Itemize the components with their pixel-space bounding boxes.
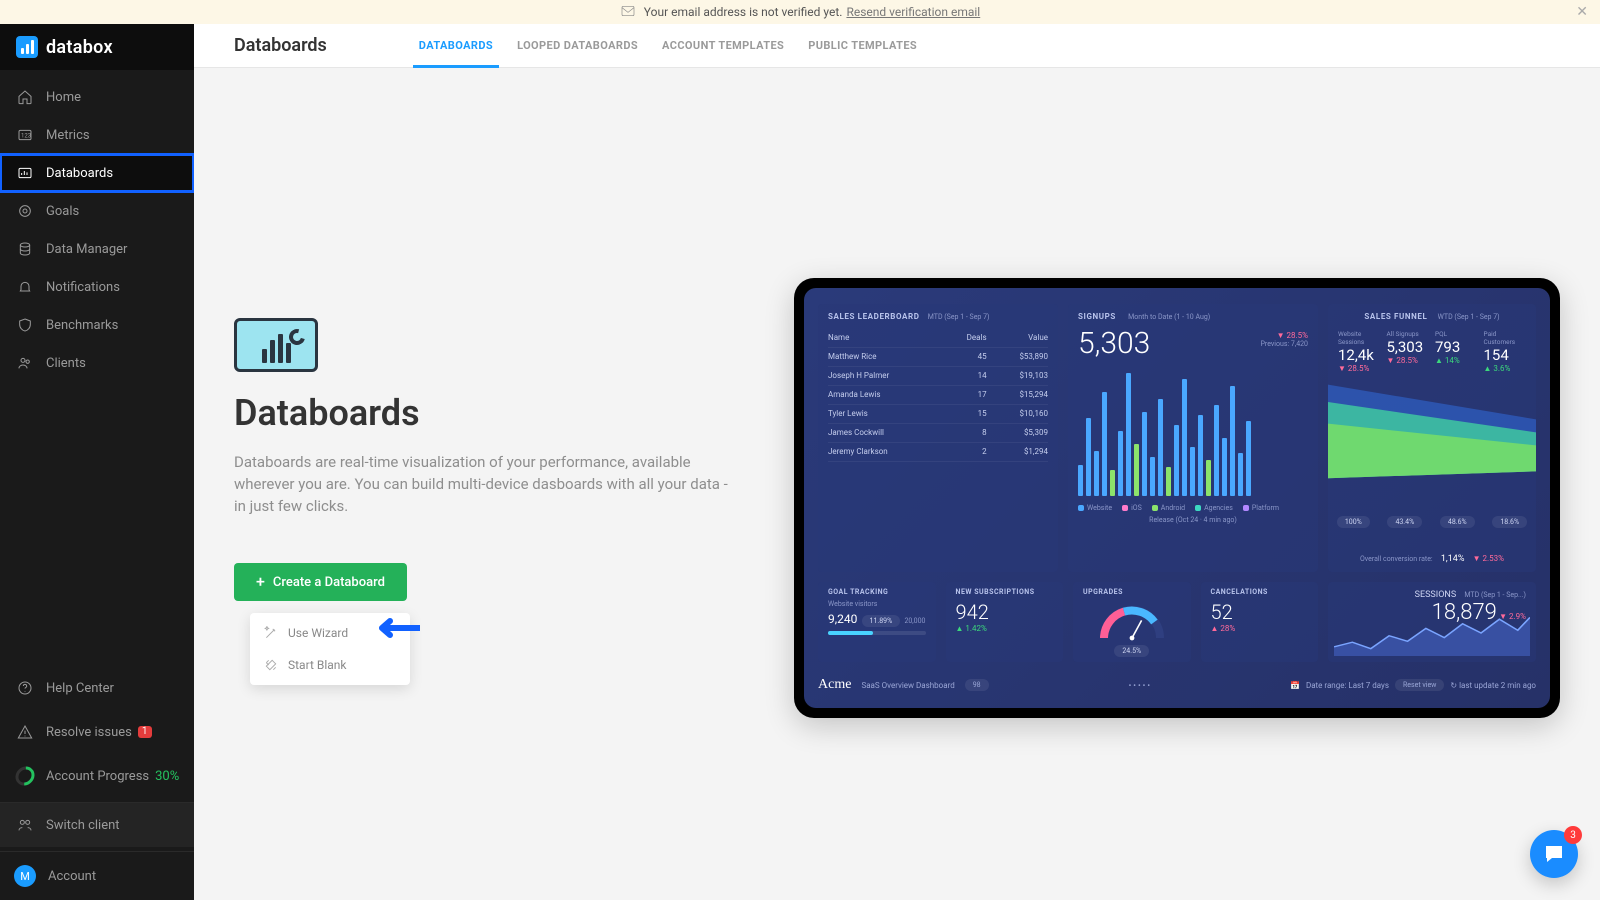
sidebar-item-label: Resolve issues <box>46 725 132 740</box>
hero-title: Databoards <box>234 392 754 434</box>
preview-leaderboard: SALES LEADERBOARD MTD (Sep 1 - Sep 7) Na… <box>818 304 1058 572</box>
logo-icon <box>16 36 38 58</box>
panel-title: SALES FUNNEL <box>1364 312 1427 321</box>
plus-icon: + <box>256 574 265 590</box>
sidebar-item-label: Home <box>46 90 81 105</box>
metrics-icon: 123 <box>16 126 34 144</box>
sidebar-item-label: Databoards <box>46 166 113 181</box>
sidebar-item-label: Goals <box>46 204 79 219</box>
hero-icon <box>234 318 318 372</box>
preview-upgrades: UPGRADES 24.5% <box>1073 582 1191 662</box>
help-icon <box>16 679 34 697</box>
svg-text:123: 123 <box>21 133 31 140</box>
brand-logo[interactable]: databox <box>0 24 194 70</box>
funnel-chart <box>1328 376 1536 480</box>
progress-pct: 30% <box>155 769 179 784</box>
wand-icon <box>264 626 278 640</box>
preview-device: SIGNUPS Month to Date (1 - 10 Aug) 5,303… <box>794 278 1560 718</box>
preview-sessions: SESSIONS MTD (Sep 1 - Sep...) 18,879 ▼ 2… <box>1328 582 1536 662</box>
resolve-badge: 1 <box>138 726 152 738</box>
panel-range: WTD (Sep 1 - Sep 7) <box>1438 313 1500 321</box>
sidebar-item-notifications[interactable]: Notifications <box>0 268 194 306</box>
sidebar-item-label: Notifications <box>46 280 120 295</box>
hero-column: Databoards Databoards are real-time visu… <box>234 128 754 685</box>
topbar: Databoards DATABOARDS LOOPED DATABOARDS … <box>194 24 1600 68</box>
sidebar-item-goals[interactable]: Goals <box>0 192 194 230</box>
resend-link[interactable]: Resend verification email <box>846 5 980 19</box>
menu-start-blank[interactable]: Start Blank <box>250 649 410 681</box>
sidebar-item-progress[interactable]: Account Progress 30% <box>0 754 194 798</box>
preview-subs: NEW SUBSCRIPTIONS 942 ▲ 1.42% <box>946 582 1064 662</box>
preview-small-row: GOAL TRACKING Website visitors 9,240 11.… <box>818 582 1318 662</box>
sidebar-item-resolve[interactable]: Resolve issues 1 <box>0 710 194 754</box>
close-banner[interactable]: ✕ <box>1576 4 1588 20</box>
sidebar-bottom: Help Center Resolve issues 1 Account Pro… <box>0 666 194 900</box>
progress-icon <box>16 767 34 785</box>
home-icon <box>16 88 34 106</box>
create-databoard-button[interactable]: + Create a Databoard <box>234 563 407 601</box>
sidebar-item-label: Benchmarks <box>46 318 118 333</box>
switch-icon <box>16 816 34 834</box>
chat-button[interactable]: 3 <box>1530 830 1578 878</box>
menu-label: Start Blank <box>288 658 346 672</box>
warning-icon <box>16 723 34 741</box>
sidebar-item-label: Account Progress <box>46 769 149 784</box>
sidebar-item-label: Switch client <box>46 818 120 833</box>
blank-icon <box>264 658 278 672</box>
shield-icon <box>16 316 34 334</box>
sidebar: databox Home 123 Metrics Databoards Goal… <box>0 24 194 900</box>
database-icon <box>16 240 34 258</box>
preview-footer: Acme SaaS Overview Dashboard 98 • • • • … <box>818 672 1536 698</box>
cta-label: Create a Databoard <box>273 575 385 590</box>
panel-title: SALES LEADERBOARD <box>828 312 920 321</box>
databoards-icon <box>16 164 34 182</box>
preview-signups: SIGNUPS Month to Date (1 - 10 Aug) 5,303… <box>1068 304 1318 572</box>
page-title: Databoards <box>234 35 327 56</box>
main: Databoards DATABOARDS LOOPED DATABOARDS … <box>194 24 1600 900</box>
panel-range: Month to Date (1 - 10 Aug) <box>1128 313 1210 321</box>
signups-chart <box>1078 366 1308 496</box>
signups-release: Release (Oct 24 · 4 min ago) <box>1078 516 1308 524</box>
preview-screen: SIGNUPS Month to Date (1 - 10 Aug) 5,303… <box>804 288 1550 708</box>
banner-text: Your email address is not verified yet. <box>644 5 843 19</box>
tab-account-templates[interactable]: ACCOUNT TEMPLATES <box>650 24 796 68</box>
bell-icon <box>16 278 34 296</box>
preview-goal: GOAL TRACKING Website visitors 9,240 11.… <box>818 582 936 662</box>
sidebar-item-benchmarks[interactable]: Benchmarks <box>0 306 194 344</box>
preview-funnel: SALES FUNNEL WTD (Sep 1 - Sep 7) Website… <box>1328 304 1536 572</box>
create-menu: Use Wizard Start Blank <box>250 613 410 685</box>
sidebar-item-label: Account <box>48 869 96 884</box>
panel-title: SIGNUPS <box>1078 312 1116 321</box>
sidebar-item-metrics[interactable]: 123 Metrics <box>0 116 194 154</box>
tab-public-templates[interactable]: PUBLIC TEMPLATES <box>796 24 929 68</box>
sidebar-item-label: Help Center <box>46 681 114 696</box>
tab-databoards[interactable]: DATABOARDS <box>407 24 505 68</box>
brand-name: databox <box>46 37 113 58</box>
sidebar-item-help[interactable]: Help Center <box>0 666 194 710</box>
arrow-annotation <box>374 617 420 643</box>
goals-icon <box>16 202 34 220</box>
hero-desc: Databoards are real-time visualization o… <box>234 452 734 517</box>
nav: Home 123 Metrics Databoards Goals Data M… <box>0 70 194 666</box>
avatar: M <box>14 865 36 887</box>
sidebar-item-label: Clients <box>46 356 86 371</box>
sidebar-item-data-manager[interactable]: Data Manager <box>0 230 194 268</box>
sidebar-item-home[interactable]: Home <box>0 78 194 116</box>
preview-cancel: CANCELATIONS 52 ▲ 28% <box>1201 582 1319 662</box>
verify-email-banner: Your email address is not verified yet. … <box>0 0 1600 24</box>
menu-label: Use Wizard <box>288 626 348 640</box>
sidebar-item-switch-client[interactable]: Switch client <box>0 803 194 847</box>
signups-legend: Website iOS Android Agencies Platform <box>1078 504 1308 512</box>
sidebar-item-label: Metrics <box>46 128 90 143</box>
clients-icon <box>16 354 34 372</box>
sidebar-item-label: Data Manager <box>46 242 127 257</box>
tabs: DATABOARDS LOOPED DATABOARDS ACCOUNT TEM… <box>407 24 929 68</box>
sidebar-item-databoards[interactable]: Databoards <box>0 154 194 192</box>
sidebar-item-account[interactable]: M Account <box>0 852 194 900</box>
content: Databoards Databoards are real-time visu… <box>194 68 1600 718</box>
mail-icon <box>620 3 644 22</box>
chat-badge: 3 <box>1564 826 1582 844</box>
sidebar-item-clients[interactable]: Clients <box>0 344 194 382</box>
tab-looped[interactable]: LOOPED DATABOARDS <box>505 24 650 68</box>
